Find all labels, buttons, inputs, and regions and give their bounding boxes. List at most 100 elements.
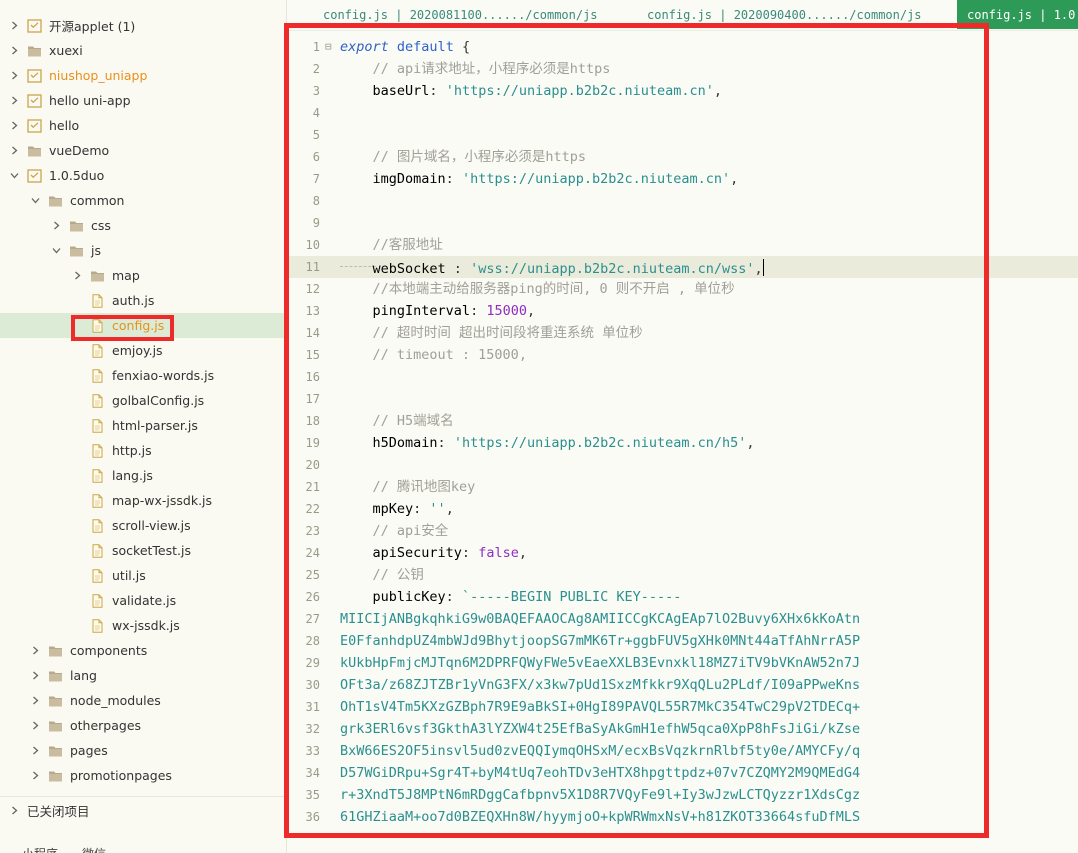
code-line[interactable]: 2 // api请求地址，小程序必须是https: [287, 58, 1078, 80]
code-line[interactable]: 1 ⊟ export default {: [287, 36, 1078, 58]
code-line[interactable]: 21 // 腾讯地图key: [287, 476, 1078, 498]
chevron-down-icon[interactable]: [9, 169, 19, 183]
code-line[interactable]: 16: [287, 366, 1078, 388]
tree-item-xuexi[interactable]: xuexi: [0, 38, 286, 63]
tree-item-node-modules[interactable]: node_modules: [0, 688, 286, 713]
tree-item-config-js[interactable]: config.js: [0, 313, 286, 338]
code-line[interactable]: 4: [287, 102, 1078, 124]
code-line[interactable]: 28 E0FfanhdpUZ4mbWJd9BhytjoopSG7mMK6Tr+gg…: [287, 630, 1078, 652]
code-line[interactable]: 12 //本地端主动给服务器ping的时间, 0 则不开启 , 单位秒: [287, 278, 1078, 300]
tree-item-auth-js[interactable]: auth.js: [0, 288, 286, 313]
code-line[interactable]: 30 OFt3a/z68ZJTZBr1yVnG3FX/x3kw7pUd1SxzMf…: [287, 674, 1078, 696]
code-line[interactable]: 19 h5Domain: 'https://uniapp.b2b2c.niute…: [287, 432, 1078, 454]
chevron-down-icon[interactable]: [51, 244, 61, 258]
code-text: // api请求地址，小程序必须是https: [340, 58, 611, 80]
tree-item-validate-js[interactable]: validate.js: [0, 588, 286, 613]
code-line[interactable]: 31 OhT1sV4Tm5KXzGZBph7R9E9aBkSI+0HgI89PAV…: [287, 696, 1078, 718]
chevron-right-icon[interactable]: [9, 44, 19, 58]
line-number: 9: [312, 216, 320, 230]
code-line[interactable]: 29 kUkbHpFmjcMJTqn6M2DPRFQWyFWe5vEaeXXLB3…: [287, 652, 1078, 674]
chevron-right-icon[interactable]: [72, 269, 82, 283]
code-line[interactable]: 5: [287, 124, 1078, 146]
code-line[interactable]: 15 // timeout : 15000,: [287, 344, 1078, 366]
code-line[interactable]: 25 // 公钥: [287, 564, 1078, 586]
code-line[interactable]: 23 // api安全: [287, 520, 1078, 542]
tree-item-http-js[interactable]: http.js: [0, 438, 286, 463]
tab-config-20200904[interactable]: config.js | 2020090400....../common/js: [647, 0, 922, 29]
tree-item-vuedemo[interactable]: vueDemo: [0, 138, 286, 163]
code-text: D57WGiDRpu+Sgr4T+byM4tUq7eohTDv3eHTX8hpg…: [340, 762, 860, 784]
tree-item-lang[interactable]: lang: [0, 663, 286, 688]
code-line[interactable]: 7 imgDomain: 'https://uniapp.b2b2c.niute…: [287, 168, 1078, 190]
tree-item-html-parser-js[interactable]: html-parser.js: [0, 413, 286, 438]
tree-item-js[interactable]: js: [0, 238, 286, 263]
tree-item-components[interactable]: components: [0, 638, 286, 663]
chevron-right-icon[interactable]: [30, 644, 40, 658]
code-line[interactable]: 14 // 超时时间 超出时间段将重连系统 单位秒: [287, 322, 1078, 344]
code-line[interactable]: 6 // 图片域名，小程序必须是https: [287, 146, 1078, 168]
code-line[interactable]: 18 // H5端域名: [287, 410, 1078, 432]
code-line[interactable]: 24 apiSecurity: false,: [287, 542, 1078, 564]
chevron-right-icon[interactable]: [9, 94, 19, 108]
code-line[interactable]: 3 baseUrl: 'https://uniapp.b2b2c.niuteam…: [287, 80, 1078, 102]
tree-item-sockettest-js[interactable]: socketTest.js: [0, 538, 286, 563]
tree-item-golbalconfig-js[interactable]: golbalConfig.js: [0, 388, 286, 413]
tree-item-common[interactable]: common: [0, 188, 286, 213]
tree-item-map[interactable]: map: [0, 263, 286, 288]
code-line[interactable]: 9: [287, 212, 1078, 234]
tree-item-hello-uni-app[interactable]: hello uni-app: [0, 88, 286, 113]
tree-item-css[interactable]: css: [0, 213, 286, 238]
tree-item-applet-1[interactable]: 开源applet (1): [0, 13, 286, 38]
code-line[interactable]: 35 r+3XndT5J8MPtN6mRDggCafbpnv5X1D8R7VQyF…: [287, 784, 1078, 806]
chevron-right-icon[interactable]: [9, 19, 19, 33]
tree-item-hello[interactable]: hello: [0, 113, 286, 138]
folder-icon: [48, 644, 63, 658]
line-number: 21: [305, 480, 320, 494]
code-line[interactable]: 10 //客服地址: [287, 234, 1078, 256]
code-line[interactable]: 20: [287, 454, 1078, 476]
code-line[interactable]: 11 webSocket : 'wss://uniapp.b2b2c.niute…: [287, 256, 1078, 278]
chevron-right-icon[interactable]: [30, 719, 40, 733]
code-line[interactable]: 13 pingInterval: 15000,: [287, 300, 1078, 322]
closed-projects-section[interactable]: 已关闭项目: [0, 796, 286, 823]
tree-item-pages[interactable]: pages: [0, 738, 286, 763]
code-line[interactable]: 8: [287, 190, 1078, 212]
code-line[interactable]: 32 grk3ERl6vsf3GkthA3lYZXW4t25EfBaSyAkGmH…: [287, 718, 1078, 740]
code-line[interactable]: 33 BxW66ES2OF5insvl5ud0zvEQQIymqOHSxM/ecx…: [287, 740, 1078, 762]
tree-item-scroll-view-js[interactable]: scroll-view.js: [0, 513, 286, 538]
chevron-right-icon[interactable]: [9, 803, 19, 817]
chevron-right-icon[interactable]: [9, 69, 19, 83]
tree-item-promotionpages[interactable]: promotionpages: [0, 763, 286, 788]
tab-config-active[interactable]: config.js | 1.0: [957, 0, 1078, 29]
chevron-right-icon[interactable]: [30, 744, 40, 758]
chevron-right-icon[interactable]: [30, 669, 40, 683]
code-line[interactable]: 27 MIICIjANBgkqhkiG9w0BAQEFAAOCAg8AMIICCg…: [287, 608, 1078, 630]
code-line[interactable]: 26 publicKey: `-----BEGIN PUBLIC KEY----…: [287, 586, 1078, 608]
chevron-down-icon[interactable]: [30, 194, 40, 208]
tree-item-map-wx-jssdk-js[interactable]: map-wx-jssdk.js: [0, 488, 286, 513]
tree-item-lang-js[interactable]: lang.js: [0, 463, 286, 488]
code-token-punct: :: [445, 171, 462, 187]
code-line[interactable]: 34 D57WGiDRpu+Sgr4T+byM4tUq7eohTDv3eHTX8h…: [287, 762, 1078, 784]
tree-item-otherpages[interactable]: otherpages: [0, 713, 286, 738]
code-line[interactable]: 36 61GHZiaaM+oo7d0BZEQXHn8W/hyymjoO+kpWRW…: [287, 806, 1078, 828]
tree-item-1-0-5duo[interactable]: 1.0.5duo: [0, 163, 286, 188]
chevron-right-icon[interactable]: [30, 769, 40, 783]
tree-item-fenxiao-words-js[interactable]: fenxiao-words.js: [0, 363, 286, 388]
chevron-right-icon[interactable]: [9, 144, 19, 158]
tab-config-20200811[interactable]: config.js | 2020081100....../common/js: [323, 0, 598, 29]
chevron-right-icon[interactable]: [51, 219, 61, 233]
bottom-tab-wechat[interactable]: 微信: [82, 845, 106, 853]
tree-item-emjoy-js[interactable]: emjoy.js: [0, 338, 286, 363]
fold-toggle-icon[interactable]: ⊟: [325, 36, 332, 58]
tree-item-util-js[interactable]: util.js: [0, 563, 286, 588]
code-editor[interactable]: 1 ⊟ export default {2 // api请求地址，小程序必须是htt…: [287, 31, 1078, 853]
tree-item-niushop-uniapp[interactable]: niushop_uniapp: [0, 63, 286, 88]
code-token-str: BxW66ES2OF5insvl5ud0zvEQQIymqOHSxM/ecxBs…: [340, 743, 861, 759]
bottom-tab-miniprogram[interactable]: 小程序: [22, 845, 58, 853]
tree-item-wx-jssdk-js[interactable]: wx-jssdk.js: [0, 613, 286, 638]
code-line[interactable]: 22 mpKey: '',: [287, 498, 1078, 520]
chevron-right-icon[interactable]: [30, 694, 40, 708]
code-line[interactable]: 17: [287, 388, 1078, 410]
chevron-right-icon[interactable]: [9, 119, 19, 133]
